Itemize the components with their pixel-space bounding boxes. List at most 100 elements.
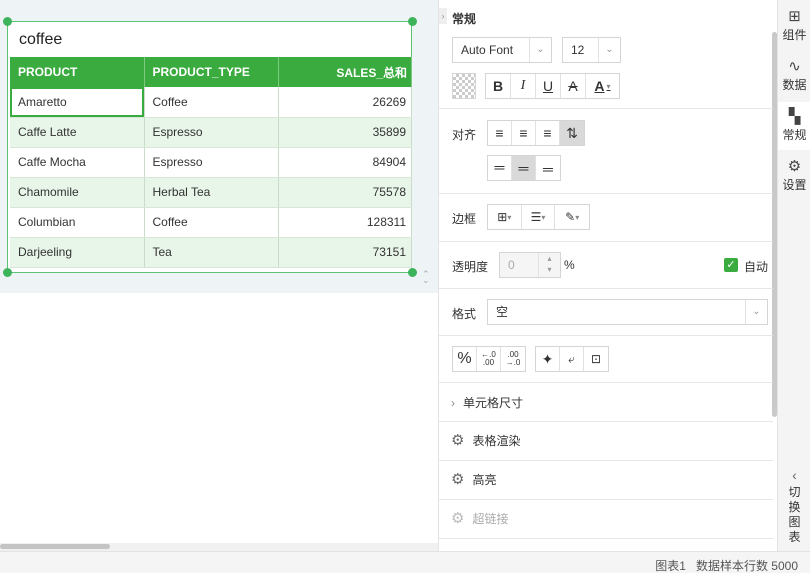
highlight-label: 高亮	[472, 472, 497, 487]
table-cell[interactable]: Amaretto	[10, 87, 145, 118]
hyperlink-item[interactable]: ⚙ 超链接	[451, 509, 508, 527]
align-middle-icon[interactable]: ═	[512, 156, 536, 180]
switch-chart-button[interactable]: ‹ 切 换 图 表	[778, 468, 810, 545]
divider	[439, 421, 773, 422]
increase-decimal-icon[interactable]: .00 →.0	[501, 347, 525, 371]
table-cell[interactable]: 128311	[278, 207, 412, 238]
table-cell[interactable]: Chamomile	[10, 177, 145, 208]
table-cell[interactable]: 75578	[278, 177, 412, 208]
decrease-decimal-icon[interactable]: ←.0.00	[477, 347, 501, 371]
align-left-icon[interactable]: ≡	[488, 121, 512, 145]
table-row: Columbian Coffee 128311	[10, 207, 412, 238]
align-top-icon[interactable]: ═	[488, 156, 512, 180]
resize-handle[interactable]	[3, 17, 12, 26]
horizontal-align-group: ≡ ≡ ≡ ⇅	[487, 120, 585, 146]
font-family-select[interactable]: Auto Font ⌄	[452, 37, 552, 63]
resize-handle[interactable]	[408, 17, 417, 26]
tab-label: 设置	[782, 178, 807, 192]
gear-icon: ⚙	[451, 471, 465, 488]
table-cell[interactable]: Columbian	[10, 207, 145, 238]
percent-button[interactable]: %	[453, 347, 477, 371]
scroll-thumb[interactable]	[0, 544, 110, 549]
cell-size-section[interactable]: › 单元格尺寸	[451, 394, 523, 411]
font-color-button[interactable]: A ▾	[586, 74, 619, 98]
resize-handle[interactable]	[3, 268, 12, 277]
table-cell[interactable]: Coffee	[144, 87, 279, 118]
vertical-align-group: ═ ═ ═	[487, 155, 561, 181]
table-cell[interactable]: Caffe Mocha	[10, 147, 145, 178]
chart-name: 图表1	[655, 559, 686, 573]
tab-label: 常规	[782, 128, 807, 142]
font-family-value: Auto Font	[461, 43, 514, 57]
italic-button[interactable]: I	[511, 74, 536, 98]
table-widget[interactable]: coffee PRODUCT PRODUCT_TYPE SALES_总和 Ama…	[7, 21, 430, 285]
fill-color-button[interactable]	[452, 73, 476, 99]
resize-handle[interactable]	[408, 268, 417, 277]
dashboard-icon: ▚	[788, 108, 801, 125]
underline-button[interactable]: U	[536, 74, 561, 98]
column-header[interactable]: PRODUCT	[10, 57, 145, 87]
table-row: Chamomile Herbal Tea 75578	[10, 177, 412, 208]
column-header[interactable]: SALES_总和	[278, 57, 412, 87]
divider	[439, 499, 773, 500]
table-cell[interactable]: Caffe Latte	[10, 117, 145, 148]
stepper-icon[interactable]: ▴ ▾	[538, 253, 560, 277]
table-render-item[interactable]: ⚙ 表格渲染	[451, 431, 520, 449]
chevron-down-icon: ⌄	[529, 38, 551, 62]
table-cell[interactable]: 73151	[278, 237, 412, 268]
tab-settings[interactable]: ⚙ 设置	[778, 158, 810, 200]
divider	[439, 108, 773, 109]
align-right-icon[interactable]: ≡	[536, 121, 560, 145]
horizontal-scrollbar[interactable]	[0, 543, 438, 551]
table-cell[interactable]: 35899	[278, 117, 412, 148]
auto-label: 自动	[744, 260, 769, 274]
align-bottom-icon[interactable]: ═	[536, 156, 560, 180]
table-cell[interactable]: Darjeeling	[10, 237, 145, 268]
table-scroll-icon[interactable]: ⌃ ⌄	[422, 270, 430, 285]
table-cell[interactable]: Coffee	[144, 207, 279, 238]
widget-title[interactable]: coffee	[19, 31, 62, 49]
status-bar: 图表1 数据样本行数 5000	[0, 551, 810, 573]
font-color-icon: A	[594, 78, 605, 94]
table-cell[interactable]: 26269	[278, 87, 412, 118]
tab-general[interactable]: ▚ 常规	[778, 102, 810, 150]
canvas-blank	[0, 293, 438, 543]
table-render-label: 表格渲染	[472, 433, 521, 448]
table-row: Darjeeling Tea 73151	[10, 237, 412, 268]
highlight-item[interactable]: ⚙ 高亮	[451, 470, 496, 488]
strikethrough-button[interactable]: A	[561, 74, 586, 98]
auto-align-icon[interactable]: ⇅	[560, 121, 584, 145]
border-color-icon[interactable]: ✎ ▾	[555, 205, 589, 229]
table-cell[interactable]: Espresso	[144, 117, 279, 148]
switch-chart-char: 切	[788, 485, 801, 499]
section-title: 常规	[452, 12, 477, 26]
data-table: PRODUCT PRODUCT_TYPE SALES_总和 Amaretto C…	[10, 57, 412, 268]
border-line-icon[interactable]: ☰ ▾	[522, 205, 556, 229]
table-cell[interactable]: 84904	[278, 147, 412, 178]
bold-button[interactable]: B	[486, 74, 511, 98]
border-style-icon[interactable]: ⊞ ▾	[488, 205, 522, 229]
transparent-fill-icon	[453, 74, 475, 98]
table-row: Caffe Mocha Espresso 84904	[10, 147, 412, 178]
wrap-text-icon[interactable]: ⤶	[560, 347, 584, 371]
format-brush-icon[interactable]: ✦	[536, 347, 560, 371]
auto-checkbox[interactable]: ✓	[724, 258, 738, 272]
tab-data[interactable]: ∿ 数据	[778, 58, 810, 100]
auto-fit-icon[interactable]: ⊡	[584, 347, 608, 371]
align-center-icon[interactable]: ≡	[512, 121, 536, 145]
tab-component[interactable]: ⊞ 组件	[778, 8, 810, 50]
column-header[interactable]: PRODUCT_TYPE	[144, 57, 279, 87]
table-cell[interactable]: Espresso	[144, 147, 279, 178]
format-select[interactable]: 空 ⌄	[487, 299, 768, 325]
chevron-left-icon: ‹	[792, 467, 797, 483]
sample-rows: 数据样本行数 5000	[695, 559, 798, 573]
font-size-select[interactable]: 12 ⌄	[562, 37, 621, 63]
table-cell[interactable]: Tea	[144, 237, 279, 268]
opacity-input[interactable]: 0 ▴ ▾	[499, 252, 561, 278]
table-cell[interactable]: Herbal Tea	[144, 177, 279, 208]
collapse-arrow-icon[interactable]: ›	[439, 8, 447, 24]
side-tabs: ⊞ 组件 ∿ 数据 ▚ 常规 ⚙ 设置 ‹ 切 换 图 表	[777, 0, 810, 551]
divider	[439, 193, 773, 194]
align-label: 对齐	[452, 128, 477, 142]
opacity-unit: %	[564, 258, 575, 272]
